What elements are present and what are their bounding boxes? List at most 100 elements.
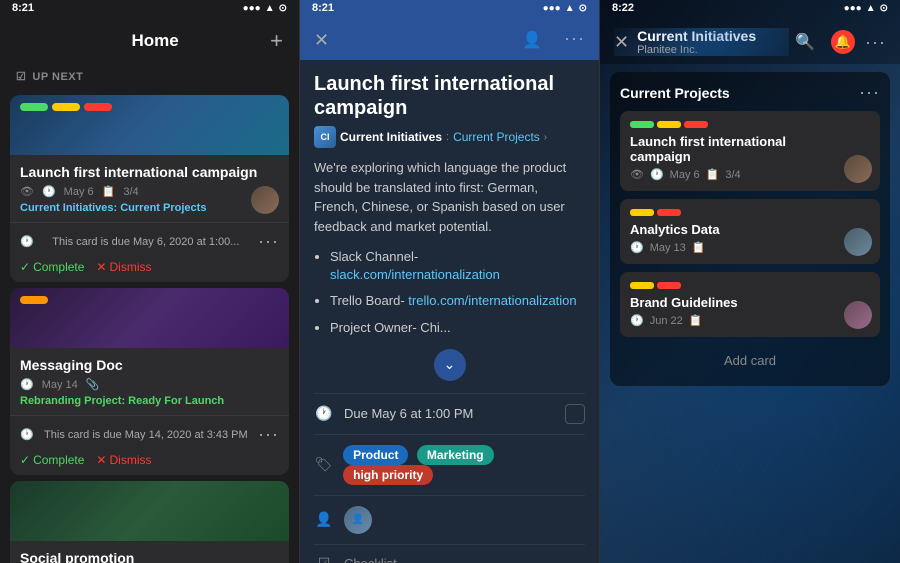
complete-button-1[interactable]: ✓ Complete (20, 260, 84, 274)
member-avatar: 👤 (344, 506, 372, 534)
bar-green-1 (630, 121, 654, 128)
home-card-1[interactable]: Launch first international campaign 👁 🕐 … (10, 95, 289, 282)
board-card-2[interactable]: Analytics Data 🕐 May 13 📋 (620, 199, 880, 264)
notif-more-2[interactable]: ··· (258, 424, 279, 445)
board-card-title-3: Brand Guidelines (630, 295, 870, 310)
notif-actions-2: ✓ Complete ✕ Dismiss (20, 449, 279, 467)
current-projects-column: Current Projects ··· Launch first intern… (610, 72, 890, 386)
trello-link[interactable]: trello.com/internationalization (408, 293, 576, 308)
time-1: 8:21 (12, 2, 34, 14)
dismiss-button-1[interactable]: ✕ Dismiss (96, 260, 151, 274)
add-button[interactable]: + (270, 28, 283, 54)
home-card-2[interactable]: Messaging Doc 🕐 May 14 📎 Rebranding Proj… (10, 288, 289, 475)
clock-board-icon: 🕐 (650, 168, 664, 181)
board-avatar-2 (844, 228, 872, 256)
status-bar-1: 8:21 ●●● ▲ ⊙ (0, 0, 299, 18)
eye-icon: 👁 (20, 185, 34, 198)
card-image-3 (10, 481, 289, 541)
notif-row-2: 🕐 This card is due May 14, 2020 at 3:43 … (20, 424, 279, 445)
board-header: ✕ Current Initiatives Planitee Inc. 🔍 🔔 … (600, 18, 900, 64)
expand-button[interactable]: ⌄ (434, 349, 466, 381)
card-meta-2: 🕐 May 14 📎 (20, 378, 279, 391)
status-icons-2: ●●● ▲ ⊙ (543, 3, 587, 14)
board-card-title-1: Launch first international campaign (630, 134, 870, 164)
detail-more-button[interactable]: ··· (564, 28, 585, 52)
tag-priority[interactable]: high priority (343, 465, 433, 485)
bar-red-3 (657, 282, 681, 289)
complete-button-2[interactable]: ✓ Complete (20, 453, 84, 467)
eye-board-icon: 👁 (630, 168, 644, 181)
tag-icon: 🏷 (314, 456, 333, 473)
board-more-button[interactable]: ··· (865, 32, 886, 53)
due-date-row[interactable]: 🕐 Due May 6 at 1:00 PM (314, 393, 585, 434)
card-body-3: Social promotion 🕐 May 15 📎 Rebranding P… (10, 541, 289, 563)
checklist-row-icon: ☑ (314, 555, 334, 563)
board-panel: 8:22 ●●● ▲ ⊙ ✕ Current Initiatives Plani… (600, 0, 900, 563)
x-icon: ✕ (96, 260, 106, 274)
check-icon: ✓ (20, 260, 30, 274)
home-scroll[interactable]: Launch first international campaign 👁 🕐 … (0, 89, 299, 563)
checklist-placeholder: Checklist... (344, 556, 408, 563)
detail-scroll[interactable]: Launch first international campaign CI C… (300, 60, 599, 563)
tag-product[interactable]: Product (343, 445, 408, 465)
close-button[interactable]: ✕ (314, 30, 329, 51)
color-dots-2 (20, 296, 48, 304)
clock-notif-icon-2: 🕐 (20, 428, 34, 441)
checklist-row[interactable]: ☑ Checklist... (314, 544, 585, 563)
clock-row-icon: 🕐 (314, 405, 334, 422)
breadcrumb[interactable]: CI Current Initiatives : Current Project… (300, 126, 599, 158)
person-icon[interactable]: 👤 (516, 28, 548, 52)
bar-yellow-2 (630, 209, 654, 216)
chevron-right-icon: › (544, 132, 547, 143)
slack-link[interactable]: slack.com/internationalization (330, 267, 500, 282)
status-icons-1: ●●● ▲ ⊙ (243, 3, 287, 14)
column-more-button[interactable]: ··· (859, 82, 880, 103)
home-panel: 8:21 ●●● ▲ ⊙ Home + ☑ UP NEXT Launch fir… (0, 0, 300, 563)
board-card-1[interactable]: Launch first international campaign 👁 🕐 … (620, 111, 880, 191)
dismiss-button-2[interactable]: ✕ Dismiss (96, 453, 151, 467)
card-avatar-1 (251, 186, 279, 214)
color-dots-1 (20, 103, 112, 111)
board-card-3[interactable]: Brand Guidelines 🕐 Jun 22 📋 (620, 272, 880, 337)
clock-icon-2: 🕐 (20, 378, 34, 391)
tag-marketing[interactable]: Marketing (417, 445, 494, 465)
list-item-trello: Trello Board- trello.com/internationaliz… (330, 292, 585, 310)
add-card-button[interactable]: Add card (620, 345, 880, 376)
dot-orange-2 (20, 296, 48, 304)
card-title-3: Social promotion (20, 549, 279, 563)
board-color-bar-1 (630, 121, 870, 128)
search-icon[interactable]: 🔍 (789, 30, 821, 54)
notification-bell[interactable]: 🔔 (831, 30, 855, 54)
home-title: Home (40, 31, 270, 51)
bar-yellow-1 (657, 121, 681, 128)
check-icon-2: ✓ (20, 453, 30, 467)
bar-red-1 (684, 121, 708, 128)
clock-board-icon-3: 🕐 (630, 314, 644, 327)
card-body-1: Launch first international campaign 👁 🕐 … (10, 155, 289, 222)
card-body-2: Messaging Doc 🕐 May 14 📎 Rebranding Proj… (10, 348, 289, 415)
due-date-checkbox[interactable] (565, 404, 585, 424)
card-meta-1: 👁 🕐 May 6 📋 3/4 (20, 185, 279, 198)
time-2: 8:21 (312, 2, 334, 14)
breadcrumb-list: Current Projects (453, 130, 540, 144)
dot-red (84, 103, 112, 111)
board-color-bar-2 (630, 209, 870, 216)
dot-green (20, 103, 48, 111)
breadcrumb-avatar: CI (314, 126, 336, 148)
board-close-button[interactable]: ✕ (614, 32, 629, 53)
board-title-block: Current Initiatives Planitee Inc. (637, 28, 756, 56)
tags-container: Product Marketing high priority (343, 445, 585, 485)
card-label-2: Rebranding Project: Ready For Launch (20, 395, 279, 407)
bar-red-2 (657, 209, 681, 216)
list-item-owner: Project Owner- Chi... (330, 319, 585, 337)
board-color-bar-3 (630, 282, 870, 289)
dot-yellow (52, 103, 80, 111)
notif-more-1[interactable]: ··· (258, 231, 279, 252)
board-avatar-3 (844, 301, 872, 329)
home-card-3[interactable]: Social promotion 🕐 May 15 📎 Rebranding P… (10, 481, 289, 563)
board-main-title: Current Initiatives (637, 28, 756, 44)
board-card-meta-2: 🕐 May 13 📋 (630, 241, 870, 254)
breadcrumb-org: Current Initiatives (340, 130, 442, 144)
time-3: 8:22 (612, 2, 634, 14)
card-title-2: Messaging Doc (20, 356, 279, 374)
